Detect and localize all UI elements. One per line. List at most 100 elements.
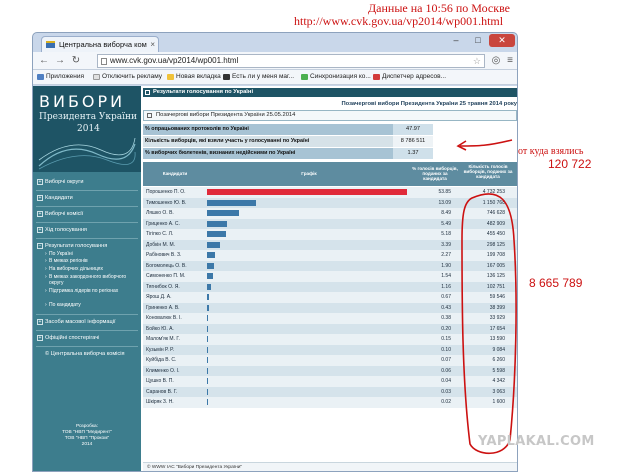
- close-window-button[interactable]: ✕: [489, 34, 515, 47]
- address-text: www.cvk.gov.ua/vp2014/wp001.html: [110, 56, 239, 65]
- bookmark-item[interactable]: Есть ли у меня маг...: [223, 73, 294, 80]
- sidebar-subitem-polling-stations[interactable]: На виборчих дільницях: [45, 266, 137, 272]
- sidebar-subitem-regions[interactable]: В межах регіонів: [45, 258, 137, 264]
- sidebar-subitem-foreign-district[interactable]: В межах закордонного виборчого округу: [45, 274, 137, 286]
- table-row: Симоненко П. М. 1.54 136 125: [143, 271, 517, 282]
- bookmark-label: Диспетчер адресов...: [382, 73, 447, 80]
- election-select[interactable]: Позачергові вибори Президента України 25…: [143, 110, 517, 121]
- address-bar[interactable]: www.cvk.gov.ua/vp2014/wp001.html ☆: [97, 54, 485, 68]
- vote-percent: 1.54: [441, 273, 451, 279]
- vote-percent: 0.10: [441, 346, 451, 353]
- sidebar-subitem-leaders-by-region[interactable]: Підтримка лідерів по регіонах: [45, 288, 137, 294]
- vote-percent: 0.20: [441, 325, 451, 332]
- main-content: Результати голосування по Україні Позаче…: [141, 86, 517, 471]
- table-row: Саранов В. Г. 0.03 3 063: [143, 386, 517, 397]
- vote-count: 102 751: [486, 283, 505, 290]
- browser-window: Центральна виборча ком × – □ ✕ ← → ↻ www…: [32, 32, 518, 472]
- vote-bar: [207, 304, 209, 311]
- bookmark-item[interactable]: Диспетчер адресов...: [373, 73, 446, 80]
- reload-icon[interactable]: ↻: [69, 54, 83, 67]
- vote-bar: [207, 325, 208, 332]
- bookmark-icon: [223, 74, 230, 80]
- candidate-name: Рабінович В. З.: [146, 252, 182, 258]
- candidate-name: Цушко В. П.: [146, 378, 174, 384]
- close-tab-icon[interactable]: ×: [150, 37, 155, 52]
- vote-bar: [207, 199, 256, 206]
- column-header-votes: Кількість голосів виборців, поданих за к…: [459, 162, 517, 186]
- elections-banner: ВИБОРИ Президента України 2014: [33, 86, 141, 172]
- candidate-name: Ярош Д. А.: [146, 294, 172, 300]
- vote-bar: [207, 241, 220, 248]
- candidate-name: Тігіпко С. Л.: [146, 231, 174, 237]
- vote-percent: 0.02: [441, 399, 451, 405]
- table-row: Кузьмін Р. Р. 0.10 9 084: [143, 344, 517, 355]
- bookmark-star-icon[interactable]: ☆: [473, 55, 481, 67]
- vote-percent: 0.67: [441, 294, 451, 300]
- bookmark-icon: [37, 74, 44, 80]
- sidebar-item-voting-progress[interactable]: + Хід голосування: [36, 227, 138, 234]
- sidebar-divider: [36, 190, 138, 191]
- sidebar-item-results[interactable]: − Результати голосування: [36, 243, 138, 250]
- site-favicon-icon: [46, 41, 55, 48]
- watermark: YAPLAKAL.COM: [478, 434, 595, 449]
- vote-count: 167 005: [486, 262, 505, 269]
- sidebar-subitem-ukraine[interactable]: По Україні: [45, 251, 137, 257]
- sidebar-item-media[interactable]: + Засоби масової інформації: [36, 319, 138, 326]
- vote-count: 38 399: [489, 304, 505, 311]
- candidate-name: Симоненко П. М.: [146, 273, 186, 279]
- stat-value: 1.37: [393, 148, 433, 159]
- bookmark-label: Новая вкладка: [176, 73, 221, 80]
- vote-percent: 0.06: [441, 367, 451, 374]
- browser-tab[interactable]: Центральна виборча ком ×: [41, 36, 159, 52]
- stat-row: % виборчих бюлетенів, визнаних недійсним…: [143, 148, 433, 159]
- page-title: Позачергові вибори Президента України 25…: [341, 101, 517, 107]
- candidate-name: Гриненко А. В.: [146, 304, 180, 311]
- vote-count: 17 654: [489, 325, 505, 332]
- bookmark-item[interactable]: Синхронизация ко...: [301, 73, 371, 80]
- bookmark-item[interactable]: Приложения: [37, 73, 84, 80]
- page-footer: © WWW ІАС "Вибори Президента України": [143, 462, 517, 471]
- bookmark-label: Отключить рекламу: [102, 73, 163, 80]
- sidebar-item-candidates[interactable]: + Кандидати: [36, 195, 138, 202]
- sidebar-copyright: © Центральна виборча комісія: [45, 351, 125, 357]
- minimize-button[interactable]: –: [447, 34, 465, 47]
- candidate-name: Куйбіда В. С.: [146, 357, 177, 363]
- table-row: Рабінович В. З. 2.27 199 708: [143, 250, 517, 261]
- maximize-button[interactable]: □: [469, 34, 487, 47]
- note-source-url: http://www.cvk.gov.ua/vp2014/wp001.html: [294, 14, 504, 28]
- sidebar-credits: Розробка: ТОВ "НВП "Медирент" ТОВ "НВП "…: [41, 424, 133, 448]
- sidebar-item-label: Результати голосування: [45, 243, 108, 249]
- vote-bar: [207, 399, 208, 405]
- sidebar-subitem-by-candidate[interactable]: По кандидату: [45, 302, 137, 308]
- menu-icon[interactable]: ≡: [503, 54, 517, 67]
- vote-percent: 1.16: [441, 283, 451, 290]
- sidebar-item-commissions[interactable]: + Виборчі комісії: [36, 211, 138, 218]
- stat-value: 47.97: [393, 124, 433, 135]
- column-header-chart: Графік: [207, 162, 411, 186]
- back-arrow-icon[interactable]: ←: [37, 54, 51, 67]
- sidebar-divider: [36, 238, 138, 239]
- sidebar-item-districts[interactable]: + Виборчі округи: [36, 179, 138, 186]
- vote-percent: 0.15: [441, 336, 451, 342]
- candidate-name: Богомолець О. В.: [146, 262, 187, 269]
- forward-arrow-icon[interactable]: →: [53, 54, 67, 67]
- vote-bar: [207, 252, 216, 258]
- header-box-icon: [145, 90, 150, 95]
- vote-bar: [207, 388, 208, 395]
- bookmark-item[interactable]: Новая вкладка: [167, 73, 221, 80]
- vote-count: 746 628: [486, 210, 505, 216]
- vote-percent: 53.85: [438, 189, 451, 195]
- table-row: Гриценко А. С. 5.49 482 909: [143, 218, 517, 229]
- bookmark-icon: [167, 74, 174, 80]
- bookmark-label: Синхронизация ко...: [310, 73, 371, 80]
- vote-bar: [207, 283, 212, 290]
- bookmark-item[interactable]: Отключить рекламу: [93, 73, 162, 80]
- bookmark-icon: [93, 74, 100, 80]
- table-row: Ляшко О. В. 8.49 746 628: [143, 208, 517, 219]
- vote-bar: [207, 315, 209, 321]
- sidebar-item-observers[interactable]: + Офіційні спостерігачі: [36, 335, 138, 342]
- page-icon: [101, 58, 107, 65]
- extension-icon[interactable]: ◎: [489, 54, 503, 67]
- sidebar-item-label: Офіційні спостерігачі: [45, 335, 100, 341]
- candidate-name: Клименко О. І.: [146, 367, 180, 374]
